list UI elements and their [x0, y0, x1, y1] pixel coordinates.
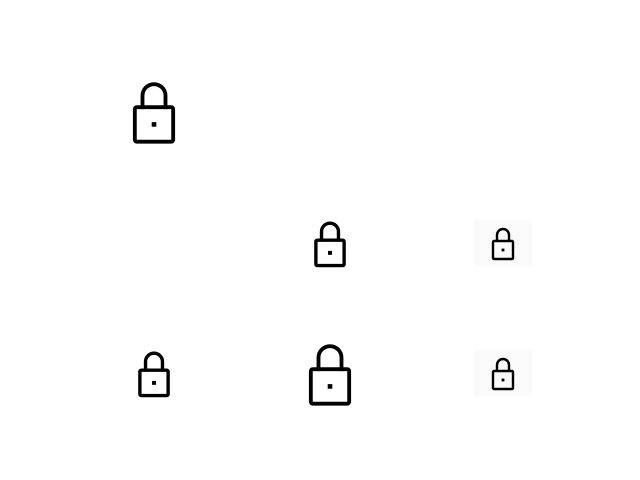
- lock-icon[interactable]: [312, 218, 348, 268]
- lock-icon-graphic: [308, 344, 352, 406]
- lock-icon-graphic: [314, 221, 346, 268]
- lock-icon-graphic: [138, 351, 170, 398]
- lock-icon-graphic: [491, 227, 515, 261]
- lock-icon[interactable]: [474, 220, 532, 266]
- lock-icon-graphic: [491, 357, 515, 391]
- lock-icon[interactable]: [306, 340, 354, 406]
- lock-icon[interactable]: [131, 78, 177, 144]
- lock-icon-graphic: [132, 82, 176, 144]
- lock-icon[interactable]: [136, 348, 172, 398]
- lock-icon[interactable]: [474, 350, 532, 396]
